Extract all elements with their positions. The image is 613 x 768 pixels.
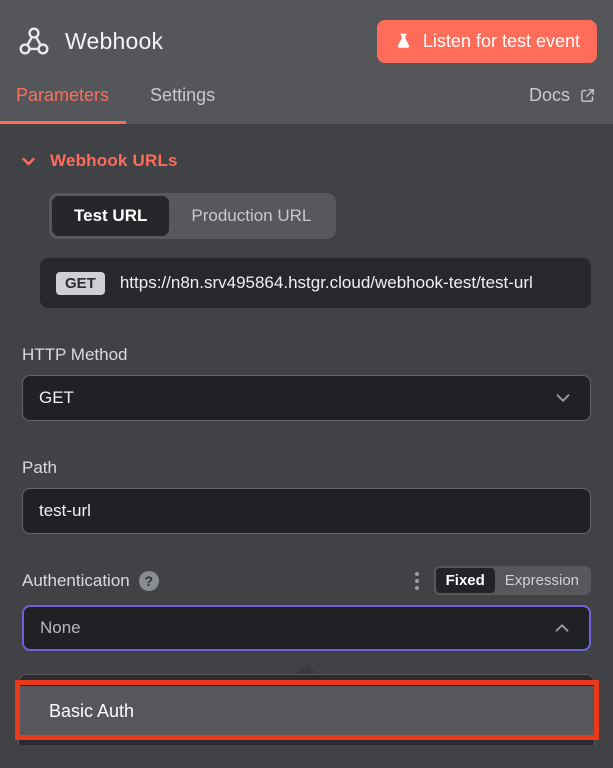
docs-link-label: Docs bbox=[529, 85, 570, 106]
production-url-tab[interactable]: Production URL bbox=[169, 196, 333, 236]
tab-bar: Parameters Settings Docs bbox=[0, 66, 613, 124]
authentication-controls: Fixed Expression bbox=[413, 566, 591, 595]
external-link-icon bbox=[579, 87, 596, 104]
authentication-label-group: Authentication ? bbox=[22, 571, 159, 591]
http-method-badge: GET bbox=[56, 272, 105, 295]
dropdown-caret bbox=[296, 664, 318, 674]
authentication-label: Authentication bbox=[22, 571, 130, 591]
webhook-icon bbox=[17, 24, 51, 58]
expression-toggle-button[interactable]: Expression bbox=[495, 568, 589, 593]
node-title: Webhook bbox=[65, 28, 163, 55]
node-detail-header: Webhook Listen for test event Parameters… bbox=[0, 0, 613, 124]
path-input[interactable]: test-url bbox=[22, 488, 591, 534]
authentication-row: Authentication ? Fixed Expression bbox=[22, 566, 591, 595]
chevron-down-icon bbox=[20, 153, 37, 170]
fixed-toggle-button[interactable]: Fixed bbox=[436, 568, 495, 593]
url-mode-toggle: Test URL Production URL bbox=[49, 193, 336, 239]
authentication-dropdown-panel: Basic Auth bbox=[18, 674, 595, 745]
http-method-value: GET bbox=[39, 388, 74, 408]
listen-for-test-event-button[interactable]: Listen for test event bbox=[377, 20, 597, 63]
authentication-value: None bbox=[40, 618, 81, 638]
chevron-up-icon bbox=[551, 617, 573, 639]
dropdown-option-basic-auth[interactable]: Basic Auth bbox=[19, 686, 594, 736]
docs-link[interactable]: Docs bbox=[529, 85, 613, 106]
webhook-url-text: https://n8n.srv495864.hstgr.cloud/webhoo… bbox=[120, 270, 533, 296]
chevron-down-icon bbox=[552, 387, 574, 409]
test-url-tab[interactable]: Test URL bbox=[52, 196, 169, 236]
http-method-select[interactable]: GET bbox=[22, 375, 591, 421]
authentication-select[interactable]: None bbox=[22, 605, 591, 651]
tab-settings[interactable]: Settings bbox=[126, 66, 239, 124]
listen-button-label: Listen for test event bbox=[423, 31, 580, 52]
webhook-url-display[interactable]: GET https://n8n.srv495864.hstgr.cloud/we… bbox=[40, 258, 591, 308]
header-top-row: Webhook Listen for test event bbox=[0, 0, 613, 66]
tab-settings-label: Settings bbox=[150, 85, 215, 106]
kebab-menu-icon[interactable] bbox=[413, 570, 421, 592]
tab-parameters[interactable]: Parameters bbox=[0, 66, 126, 124]
help-icon[interactable]: ? bbox=[139, 571, 159, 591]
webhook-urls-section-title: Webhook URLs bbox=[50, 151, 178, 171]
path-value: test-url bbox=[39, 501, 91, 521]
http-method-label: HTTP Method bbox=[22, 345, 591, 365]
flask-icon bbox=[394, 32, 413, 51]
parameters-panel: Webhook URLs Test URL Production URL GET… bbox=[0, 151, 613, 745]
tab-parameters-label: Parameters bbox=[16, 85, 109, 106]
webhook-urls-section-toggle[interactable]: Webhook URLs bbox=[22, 151, 591, 171]
fixed-expression-toggle: Fixed Expression bbox=[434, 566, 591, 595]
path-label: Path bbox=[22, 458, 591, 478]
authentication-dropdown: Basic Auth bbox=[18, 664, 595, 745]
